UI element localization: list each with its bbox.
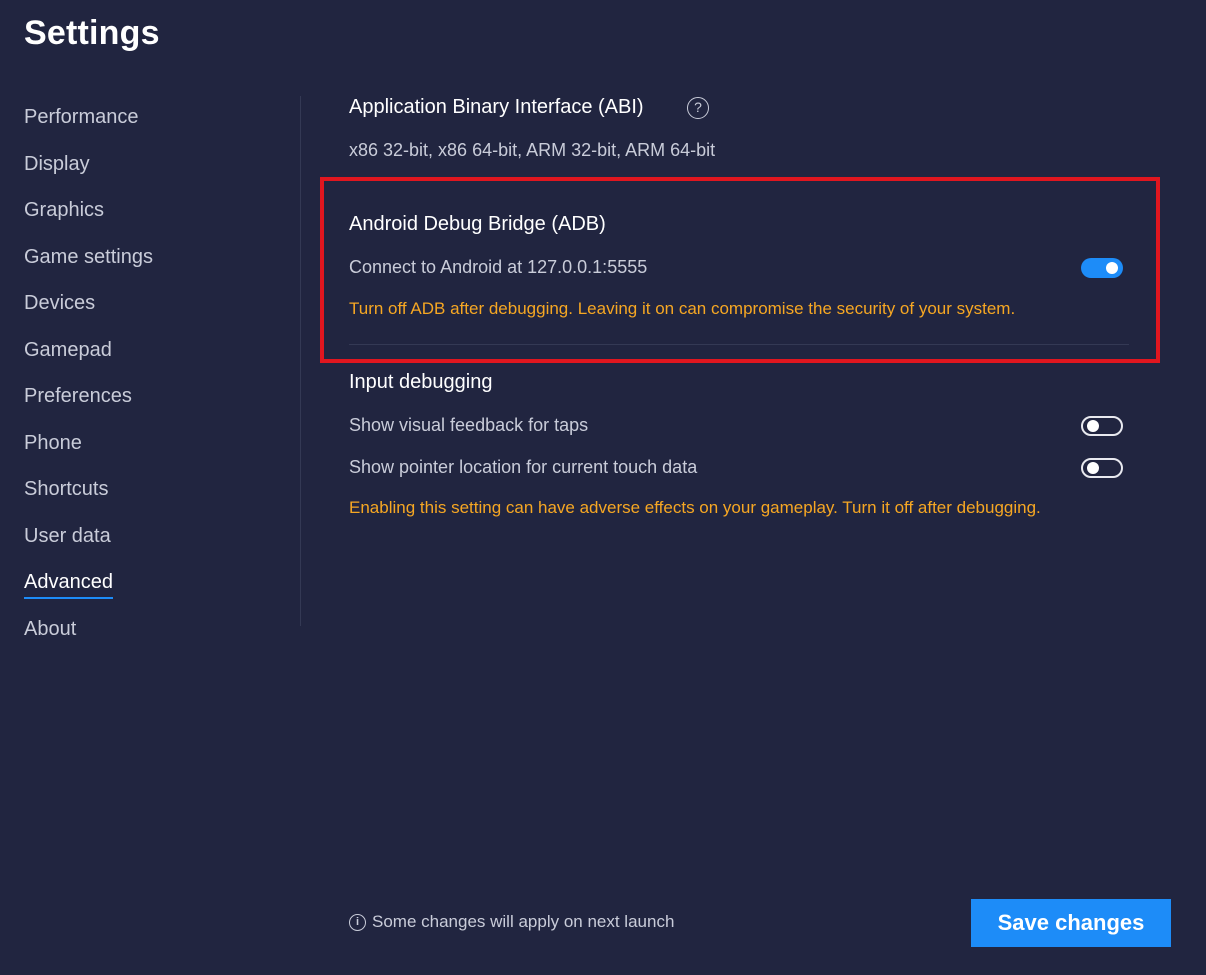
sidebar-item-label: Game settings <box>24 245 153 268</box>
sidebar-divider <box>300 96 301 626</box>
sidebar-item-shortcuts[interactable]: Shortcuts <box>24 470 274 517</box>
sidebar-item-label: Graphics <box>24 199 105 221</box>
taps-feedback-label: Show visual feedback for taps <box>349 415 589 435</box>
sidebar-item-display[interactable]: Display <box>24 145 274 192</box>
sidebar-item-label: Shortcuts <box>24 478 109 500</box>
pointer-location-label: Show pointer location for current touch … <box>349 457 698 477</box>
sidebar-item-label: Advanced <box>24 567 113 599</box>
sidebar-item-devices[interactable]: Devices <box>24 284 274 331</box>
sidebar-item-advanced[interactable]: Advanced <box>24 563 274 610</box>
sidebar-item-phone[interactable]: Phone <box>24 424 274 471</box>
sidebar-item-label: Phone <box>24 431 82 454</box>
adb-toggle[interactable] <box>1081 258 1123 278</box>
toggle-knob <box>1087 420 1099 432</box>
sidebar-item-label: About <box>24 617 77 640</box>
page-title: Settings <box>24 14 160 52</box>
taps-feedback-toggle[interactable] <box>1081 416 1123 436</box>
save-button[interactable]: Save changes <box>971 899 1171 947</box>
adb-connect-label: Connect to Android at 127.0.0.1:5555 <box>349 257 648 277</box>
sidebar-item-label: Devices <box>24 292 96 314</box>
sidebar: Performance Display Graphics Game settin… <box>24 98 274 656</box>
sidebar-item-game-settings[interactable]: Game settings <box>24 238 274 285</box>
footer-note: i Some changes will apply on next launch <box>349 912 674 932</box>
sidebar-item-label: Performance <box>24 106 139 128</box>
sidebar-item-performance[interactable]: Performance <box>24 98 274 145</box>
input-debugging-warning: Enabling this setting can have adverse e… <box>349 498 1041 517</box>
settings-window: Settings Performance Display Graphics Ga… <box>0 0 1206 975</box>
sidebar-item-label: Gamepad <box>24 338 112 361</box>
sidebar-item-label: Display <box>24 152 90 175</box>
abi-value: x86 32-bit, x86 64-bit, ARM 32-bit, ARM … <box>349 140 716 160</box>
adb-title: Android Debug Bridge (ADB) <box>349 213 606 235</box>
sidebar-item-label: User data <box>24 524 111 547</box>
help-icon[interactable]: ? <box>687 97 709 119</box>
sidebar-item-about[interactable]: About <box>24 610 274 657</box>
sidebar-item-graphics[interactable]: Graphics <box>24 191 274 238</box>
sidebar-item-user-data[interactable]: User data <box>24 517 274 564</box>
toggle-knob <box>1087 462 1099 474</box>
sidebar-item-gamepad[interactable]: Gamepad <box>24 331 274 378</box>
sidebar-item-preferences[interactable]: Preferences <box>24 377 274 424</box>
abi-title: Application Binary Interface (ABI) <box>349 96 644 118</box>
footer-note-text: Some changes will apply on next launch <box>372 912 675 931</box>
toggle-knob <box>1106 262 1118 274</box>
info-icon: i <box>349 913 366 931</box>
pointer-location-toggle[interactable] <box>1081 458 1123 478</box>
adb-warning: Turn off ADB after debugging. Leaving it… <box>349 299 1016 318</box>
input-debugging-title: Input debugging <box>349 371 493 393</box>
section-divider <box>349 344 1129 345</box>
sidebar-item-label: Preferences <box>24 385 132 407</box>
